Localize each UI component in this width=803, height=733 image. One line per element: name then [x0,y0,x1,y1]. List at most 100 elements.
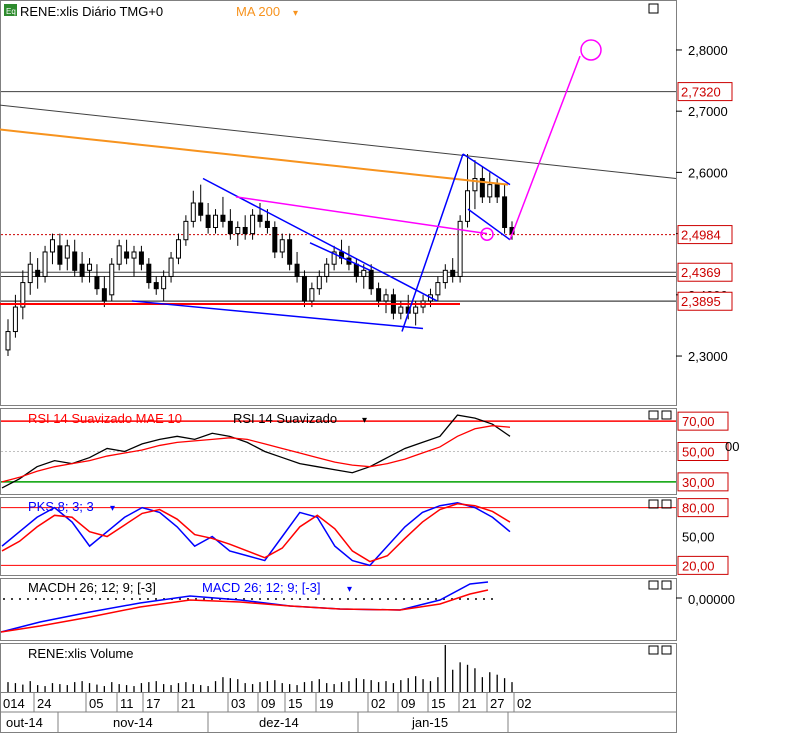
candle-body [272,226,278,253]
candle-body [487,184,493,198]
rsi-level-label: 70,00 [682,414,715,429]
month-label: jan-15 [411,715,448,730]
price-tick-label: 2,3000 [688,349,728,364]
candle-body [435,282,441,296]
candle-body [413,306,419,314]
rsi-extra-tick: 00 [725,439,739,454]
stoch-level-label: 20,00 [682,558,715,573]
equity-icon-label: Eq [6,7,16,16]
candle-body [227,220,233,235]
candle-body [72,251,78,271]
candle-body [450,269,456,277]
candle-body [64,245,70,259]
month-label: dez-14 [259,715,299,730]
candle-body [116,245,122,265]
day-label: 27 [490,696,504,711]
candle-body [383,294,389,302]
stoch-level-label: 80,00 [682,501,715,516]
candle-body [324,263,330,277]
candle-body [138,251,144,265]
candle-body [124,251,130,259]
candle-body [153,282,159,290]
candle-body [361,269,367,277]
candle-body [57,245,63,265]
price-level-label: 2,3895 [681,294,721,309]
candle-body [309,288,315,302]
price-level-label: 2,4984 [681,228,721,243]
candle-body [87,263,93,271]
rsi-label-smoothed[interactable]: RSI 14 Suavizado [233,411,337,426]
day-label: 02 [517,696,531,711]
symbol-title[interactable]: RENE:xlis Diário TMG+0 [20,4,163,19]
price-level-label: 2,7320 [681,85,721,100]
candle-body [398,306,404,314]
candle-body [161,275,167,290]
ma-label[interactable]: MA 200 [236,4,280,19]
day-label: 21 [181,696,195,711]
rsi-label-smoothed-mae[interactable]: RSI 14 Suavizado MAE 10 [28,411,182,426]
candle-body [279,239,285,253]
macd-dropdown-arrow[interactable]: ▾ [347,584,352,595]
candle-body [205,214,211,228]
candle-body [502,196,508,228]
month-label: out-14 [6,715,43,730]
candle-body [109,263,115,296]
day-label: 09 [261,696,275,711]
stoch-level-label: 50,00 [682,530,715,545]
candle-body [287,239,293,265]
candle-body [294,263,300,277]
candle-body [49,239,55,253]
candle-body [131,251,137,259]
candle-body [146,263,152,284]
candle-body [5,331,11,351]
candle-body [27,263,33,284]
volume-label[interactable]: RENE:xlis Volume [28,646,133,661]
candle-body [376,288,382,302]
candle-body [235,226,241,235]
macd-label[interactable]: MACD 26; 12; 9; [-3] [202,580,321,595]
candle-body [12,306,18,333]
price-panel-frame [0,0,677,406]
candle-body [213,214,219,228]
candle-body [94,275,100,290]
candle-body [264,220,270,228]
candle-body [368,269,374,290]
price-tick-label: 2,8000 [688,43,728,58]
stoch-dropdown-arrow[interactable]: ▾ [110,503,115,514]
ma-dropdown-arrow[interactable]: ▾ [293,8,298,19]
candle-body [353,263,359,277]
day-label: 15 [288,696,302,711]
day-label: 21 [462,696,476,711]
candle-body [175,239,181,259]
price-tick-label: 2,6000 [688,165,728,180]
candle-body [316,275,322,290]
rsi-dropdown-arrow[interactable]: ▾ [362,415,367,426]
candle-body [250,214,256,235]
candle-body [198,202,204,216]
day-label: 11 [120,696,134,711]
candle-body [257,214,263,222]
day-label: 014 [3,696,25,711]
macdh-label[interactable]: MACDH 26; 12; 9; [-3] [28,580,156,595]
day-label: 24 [37,696,51,711]
day-label: 17 [146,696,160,711]
candle-body [220,214,226,222]
chart-canvas: 2,80002,70002,60002,50002,40002,30002,73… [0,0,739,733]
rsi-level-label: 50,00 [682,445,715,460]
candle-body [79,263,85,277]
candle-body [190,202,196,222]
day-label: 15 [431,696,445,711]
candle-body [301,275,307,302]
macd-zero-label: 0,00000 [688,592,735,607]
rsi-level-label: 30,00 [682,475,715,490]
candle-body [465,190,471,222]
stoch-label[interactable]: PKS 8; 3; 3 [28,499,94,514]
day-label: 03 [231,696,245,711]
candle-body [168,257,174,277]
candle-body [42,251,48,277]
candle-body [442,269,448,284]
candle-body [183,220,189,241]
candle-body [35,269,41,277]
day-label: 02 [371,696,385,711]
day-label: 19 [319,696,333,711]
